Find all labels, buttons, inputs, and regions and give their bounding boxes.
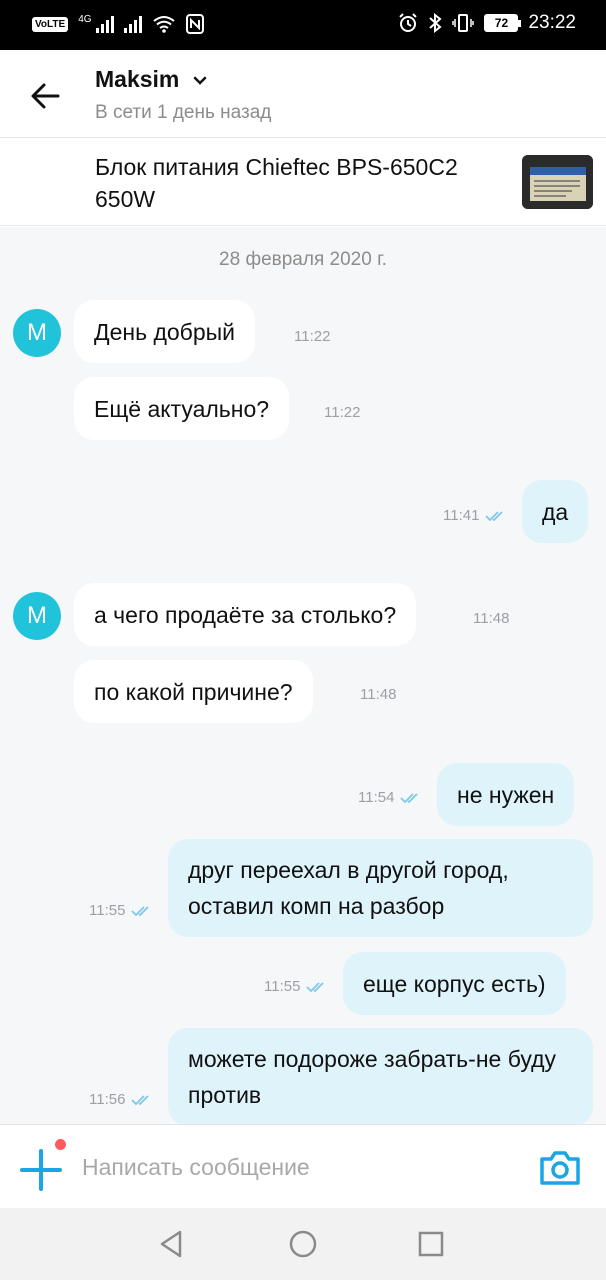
message-bubble-outgoing[interactable]: друг переехал в другой город, оставил ко… [168,839,593,937]
nav-recents-icon[interactable] [415,1228,447,1260]
avatar[interactable]: M [13,592,61,640]
alarm-icon [399,13,418,32]
message-time: 11:22 [324,404,361,421]
message-bubble-incoming[interactable]: Ещё актуально? [74,377,290,440]
plus-icon[interactable] [16,1147,66,1193]
battery-icon: 72 [484,14,522,32]
chat-header: Maksim В сети 1 день назад [0,50,606,138]
volte-badge: VoLTE [32,16,69,32]
message-bubble-incoming[interactable]: а чего продаёте за столько? [74,583,417,646]
nav-back-icon[interactable] [156,1228,188,1260]
listing-title: Блок питания Chieftec BPS-650C2 650W [95,154,458,212]
chevron-down-icon [193,76,207,85]
message-bubble-outgoing[interactable]: не нужен [437,763,575,826]
message-text: а чего продаёте за столько? [94,601,397,628]
status-bar: VoLTE 4G 72 23:22 [0,0,606,50]
message-text: Ещё актуально? [94,395,270,422]
message-bubble-outgoing[interactable]: можете подороже забрать-не буду против [168,1028,593,1124]
message-text: День добрый [94,318,235,345]
message-composer [0,1124,606,1208]
status-right: 72 23:22 [398,12,576,34]
date-separator: 28 февраля 2020 г. [219,249,387,270]
message-text: друг переехал в другой город, оставил ко… [188,857,509,919]
message-time: 11:55 [89,902,153,919]
message-time: 11:54 [358,789,422,806]
network-type: 4G [78,14,92,25]
contact-name-button[interactable]: Maksim [95,66,208,93]
double-check-icon [306,981,325,992]
nfc-icon [185,14,204,34]
avatar[interactable]: M [13,309,61,357]
message-input[interactable] [82,1147,502,1187]
message-time: 11:22 [294,328,331,345]
back-arrow-icon[interactable] [22,76,72,116]
listing-thumbnail[interactable] [522,155,593,209]
double-check-icon [131,905,150,916]
message-text: да [542,498,569,525]
message-time: 11:56 [89,1091,153,1108]
message-bubble-outgoing[interactable]: еще корпус есть) [343,952,566,1015]
camera-icon[interactable] [538,1147,582,1187]
message-time: 11:55 [264,978,328,995]
message-text: еще корпус есть) [363,970,546,997]
product-photo [522,155,593,209]
message-text: не нужен [457,781,555,808]
message-text: можете подороже забрать-не буду против [188,1046,557,1108]
message-time: 11:48 [473,610,510,627]
chat-area[interactable]: 28 февраля 2020 г. M День добрый 11:22 Е… [0,227,606,1124]
double-check-icon [400,792,419,803]
clock: 23:22 [528,12,576,33]
wifi-icon [152,16,175,33]
signal-icon-2 [123,15,142,33]
message-bubble-incoming[interactable]: по какой причине? [74,660,313,723]
message-time: 11:41 [443,507,507,524]
contact-name: Maksim [95,66,180,92]
notification-dot [53,1137,68,1152]
online-status: В сети 1 день назад [95,102,272,123]
signal-icon [95,15,114,33]
message-bubble-outgoing[interactable]: да [522,480,589,543]
vibrate-icon [452,14,475,32]
message-text: по какой причине? [94,678,293,705]
nav-home-icon[interactable] [287,1228,319,1260]
message-bubble-incoming[interactable]: День добрый [74,300,255,363]
bluetooth-icon [429,13,442,33]
double-check-icon [485,510,504,521]
message-time: 11:48 [360,686,397,703]
system-nav-bar [0,1208,606,1280]
status-left: VoLTE 4G [32,14,204,34]
listing-card[interactable]: Блок питания Chieftec BPS-650C2 650W [0,139,606,226]
double-check-icon [131,1094,150,1105]
